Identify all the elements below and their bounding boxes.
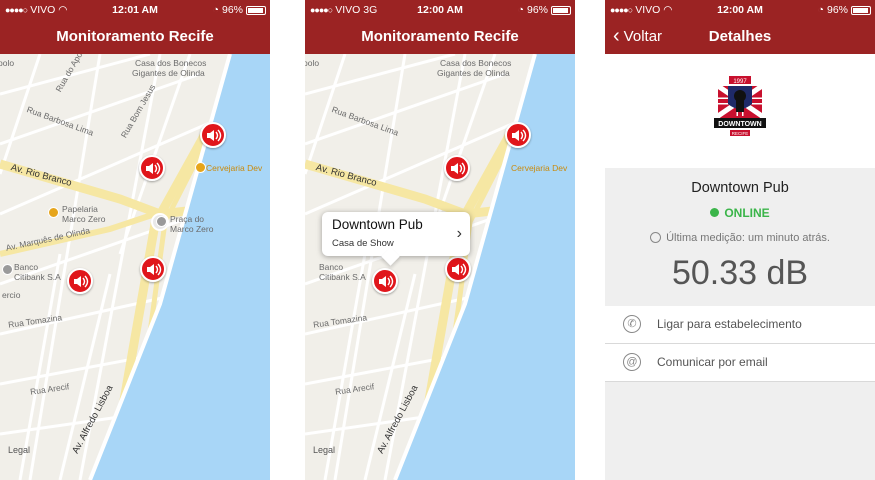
callout-title: Downtown Pub [332, 217, 423, 232]
last-measure-text: Última medição: um minuto atrás. [666, 232, 830, 244]
map-label: ercio [2, 290, 21, 300]
venue-logo: 1997 DOWNTOWN RECIFE [710, 74, 770, 150]
status-bar: ●●●●○ VIVO ◠ 12:01 AM ◔ 96% [0, 0, 270, 20]
speaker-icon [452, 263, 467, 276]
poi-marker[interactable] [195, 162, 206, 173]
page-title: Monitoramento Recife [361, 28, 519, 45]
call-label: Ligar para estabelecimento [657, 317, 802, 331]
map-view[interactable]: polo Casa dos Bonecos Gigantes de Olinda… [305, 54, 575, 480]
clock-icon [650, 232, 662, 243]
poi-marker[interactable] [48, 207, 59, 218]
noise-pin[interactable] [444, 155, 470, 181]
venue-info-card: Downtown Pub ONLINE Última medição: um m… [605, 168, 875, 306]
battery-icon [551, 5, 571, 15]
noise-pin[interactable] [505, 122, 531, 148]
noise-pin[interactable] [200, 122, 226, 148]
lock-rotation-icon: ◔ [517, 4, 524, 16]
map-label: Gigantes de Olinda [437, 68, 510, 78]
screen-details: ●●●●○ VIVO ◠ 12:00 AM ◔ 96% ‹ Voltar Detalhe… [605, 0, 875, 480]
map-label: Banco [319, 262, 344, 272]
page-title: Detalhes [708, 28, 772, 45]
nav-bar: ‹ Voltar Detalhes [605, 20, 875, 54]
map-label: Papelaria [62, 204, 98, 214]
battery-percent: 96% [526, 4, 548, 16]
map-label: Citibank S.A [14, 272, 61, 282]
map-label: Casa dos Bonecos [440, 58, 512, 68]
noise-pin[interactable] [445, 256, 471, 282]
callout-subtitle: Casa de Show [332, 238, 394, 249]
speaker-icon [147, 263, 162, 276]
map-label: Marco Zero [170, 224, 214, 234]
legal-link[interactable]: Legal [313, 445, 335, 455]
phone-icon: ✆ [623, 315, 641, 333]
logo-year: 1997 [733, 79, 747, 85]
at-icon: @ [623, 353, 641, 371]
noise-pin[interactable] [139, 155, 165, 181]
battery-percent: 96% [826, 4, 848, 16]
logo-text: DOWNTOWN [718, 121, 761, 128]
email-row[interactable]: @ Comunicar por email [605, 344, 875, 382]
venue-callout[interactable]: Downtown Pub Casa de Show › [322, 212, 470, 256]
legal-link[interactable]: Legal [8, 445, 30, 455]
map-label: Casa dos Bonecos [135, 58, 207, 68]
noise-pin[interactable] [67, 268, 93, 294]
map-label: Banco [14, 262, 39, 272]
chevron-right-icon[interactable]: › [457, 225, 462, 243]
map-label: polo [0, 58, 15, 68]
empty-area [605, 382, 875, 480]
speaker-icon [512, 129, 527, 142]
battery-icon [851, 5, 871, 15]
speaker-icon [146, 162, 161, 175]
map-view[interactable]: polo Casa dos Bonecos Gigantes de Olinda… [0, 54, 270, 480]
speaker-icon [207, 129, 222, 142]
lock-rotation-icon: ◔ [212, 4, 219, 16]
status-bar: ●●●●○ VIVO ◠ 12:00 AM ◔ 96% [605, 0, 875, 20]
online-dot-icon [710, 208, 720, 217]
noise-pin-selected[interactable] [372, 268, 398, 294]
map-label: Cervejaria Dev [206, 163, 263, 173]
noise-value: 50.33 dB [671, 254, 809, 292]
lock-rotation-icon: ◔ [817, 4, 824, 16]
speaker-icon [74, 275, 89, 288]
map-label: Gigantes de Olinda [132, 68, 205, 78]
map-label: Citibank S.A [319, 272, 366, 282]
battery-percent: 96% [221, 4, 243, 16]
status-badge: ONLINE [605, 206, 875, 220]
poi-marker[interactable] [2, 264, 13, 275]
noise-pin[interactable] [140, 256, 166, 282]
map-label: Praça do [170, 214, 205, 224]
screen-map-callout: ●●●●○ VIVO 3G 12:00 AM ◔ 96% Monitoramento … [305, 0, 575, 480]
poi-marker[interactable] [156, 216, 167, 227]
nav-bar: Monitoramento Recife [305, 20, 575, 54]
venue-name: Downtown Pub [691, 180, 789, 196]
map-label: polo [305, 58, 320, 68]
page-title: Monitoramento Recife [56, 28, 214, 45]
last-measure: Última medição: um minuto atrás. [605, 232, 875, 244]
battery-icon [246, 5, 266, 15]
status-bar: ●●●●○ VIVO 3G 12:00 AM ◔ 96% [305, 0, 575, 20]
email-label: Comunicar por email [657, 355, 768, 369]
downtown-pub-logo: 1997 DOWNTOWN RECIFE [714, 76, 766, 136]
logo-sub: RECIFE [732, 131, 749, 136]
call-row[interactable]: ✆ Ligar para estabelecimento [605, 306, 875, 344]
logo-area: 1997 DOWNTOWN RECIFE [605, 54, 875, 168]
speaker-icon [379, 275, 394, 288]
status-text: ONLINE [724, 206, 770, 220]
nav-bar: Monitoramento Recife [0, 20, 270, 54]
map-label: Marco Zero [62, 214, 106, 224]
map-label: Cervejaria Dev [511, 163, 568, 173]
screen-map: ●●●●○ VIVO ◠ 12:01 AM ◔ 96% Monitoramento R… [0, 0, 270, 480]
speaker-icon [451, 162, 466, 175]
